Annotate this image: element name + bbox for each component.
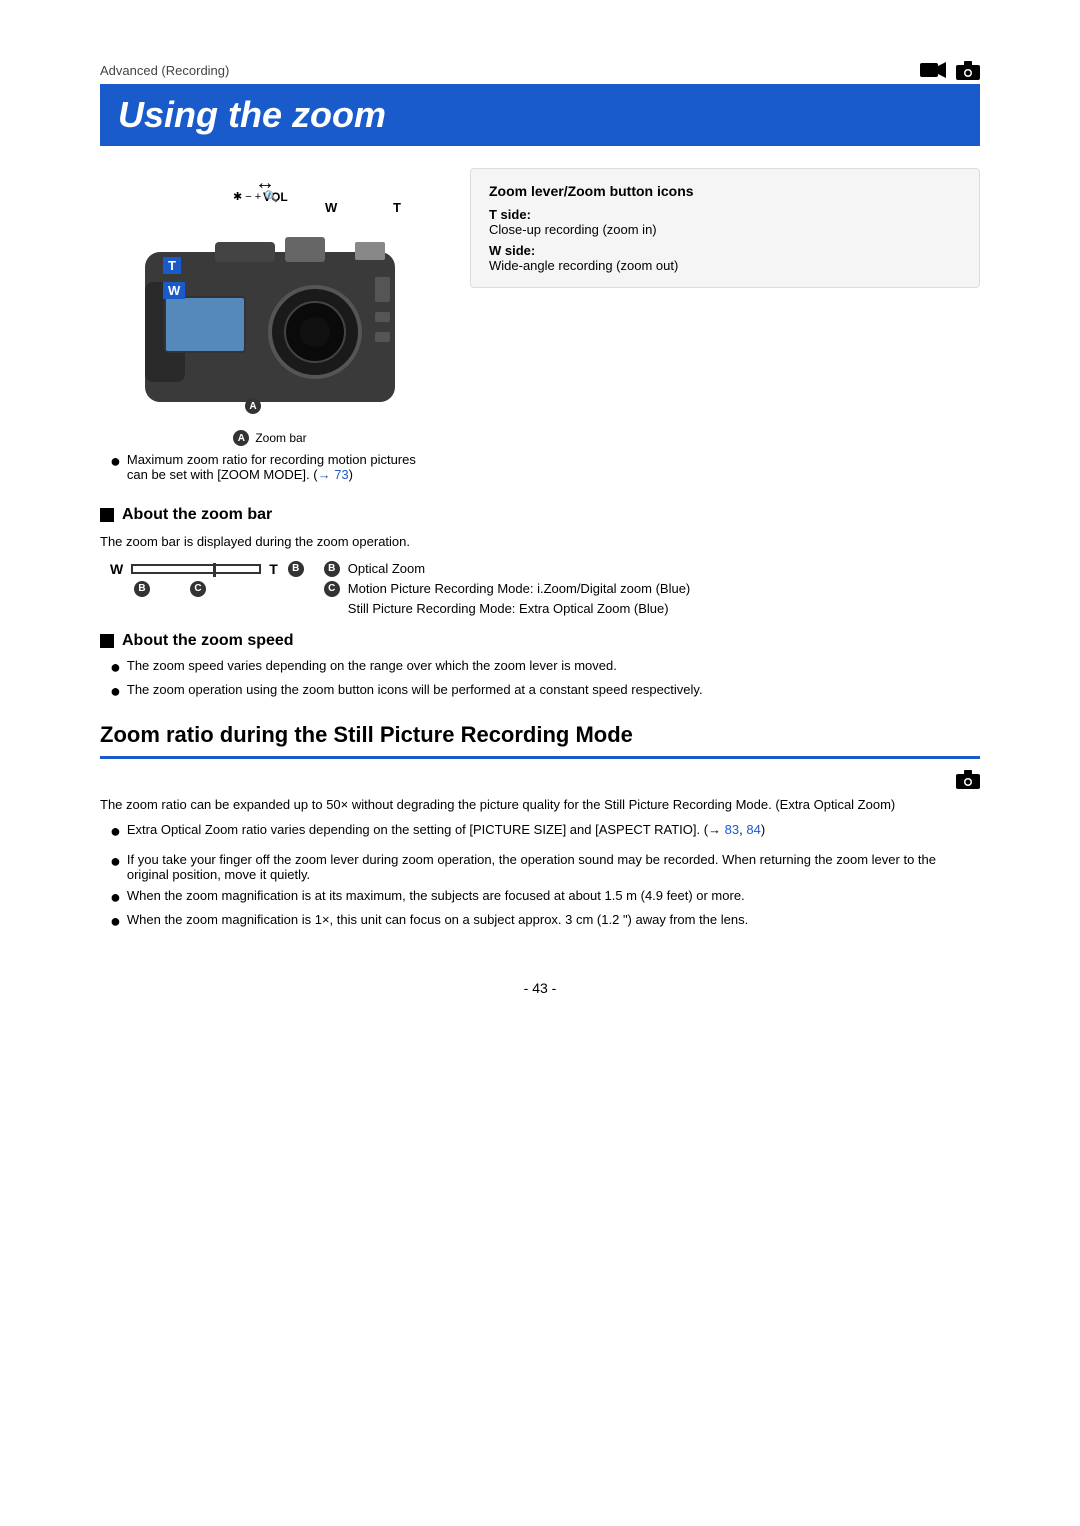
t-side-label: T side: [489,207,961,222]
page-title-bar: Using the zoom [100,84,980,146]
label-a-container: A [245,398,261,414]
ref-73-link[interactable]: → 73 [318,467,349,482]
zoom-bar-heading-text: About the zoom bar [122,506,272,524]
section2-text3: When the zoom magnification is at its ma… [127,888,745,903]
zoom-speed-bullet2: ● The zoom operation using the zoom butt… [110,682,980,700]
camera-illustration: T W A [115,222,425,422]
about-zoom-bar-section: About the zoom bar The zoom bar is displ… [100,506,980,616]
section2: Zoom ratio during the Still Picture Reco… [100,722,980,930]
motion-zoom-label: Motion Picture Recording Mode: i.Zoom/Di… [348,581,690,596]
section2-camera-icon [956,769,980,789]
zoom-t-label: T [269,561,278,577]
still-zoom-label-row: Still Picture Recording Mode: Extra Opti… [324,601,690,616]
about-zoom-speed-section: About the zoom speed ● The zoom speed va… [100,632,980,700]
circle-a-label: A [233,430,249,446]
page: Advanced (Recording) Using the zoom ↔ [0,0,1080,1526]
page-title: Using the zoom [118,94,962,136]
bullet-dot-s2-3: ● [110,888,121,906]
section2-text1: Extra Optical Zoom ratio varies dependin… [127,822,765,837]
section2-divider [100,756,980,759]
zoom-speed-text1: The zoom speed varies depending on the r… [127,658,617,673]
section2-bullet2: ● If you take your finger off the zoom l… [110,852,980,882]
zoom-w-label: W [110,561,123,577]
t-side-desc: Close-up recording (zoom in) [489,222,961,237]
bullet-dot-2: ● [110,658,121,676]
zoom-bar-annotations: B Optical Zoom C Motion Picture Recordin… [324,561,690,616]
circle-b: B [288,561,304,577]
section2-title: Zoom ratio during the Still Picture Reco… [100,722,980,748]
zoom-speed-heading-text: About the zoom speed [122,632,294,650]
zoom-track [131,564,261,574]
section2-text4: When the zoom magnification is 1×, this … [127,912,748,927]
label-w: W [163,282,185,299]
anno-c-circle: C [324,581,340,597]
zoom-bar-text: Zoom bar [255,431,306,445]
bullet-dot: ● [110,452,121,470]
anno-b-circle: B [324,561,340,577]
label-t-top: T [393,200,401,215]
anno-motion: C Motion Picture Recording Mode: i.Zoom/… [324,581,690,597]
bullet-dot-s2-2: ● [110,852,121,870]
bullet-dot-3: ● [110,682,121,700]
w-side-label: W side: [489,243,961,258]
ref-84-link[interactable]: 84 [746,822,760,837]
zoom-lever-title: Zoom lever/Zoom button icons [489,183,961,199]
zoom-bar-diagram-row: W T B B C B Optical Zoom [110,561,980,616]
zoom-speed-text2: The zoom operation using the zoom button… [127,682,703,697]
zoom-bar-bullet: ● Maximum zoom ratio for recording motio… [110,452,440,482]
camera-diagram: ↔ VOL ✱ − + 🔍 W T [100,168,440,488]
circle-c-bottom: C [190,581,206,597]
video-camera-icon [920,61,946,79]
zoom-speed-heading: About the zoom speed [100,632,980,650]
zoom-icons: ✱ − + 🔍 [233,190,278,203]
sub-markers: B C [134,581,206,597]
zoom-position-indicator [213,563,216,577]
anno-optical: B Optical Zoom [324,561,690,577]
breadcrumb: Advanced (Recording) [100,60,980,80]
label-w-top: W [325,200,337,215]
breadcrumb-text: Advanced (Recording) [100,63,229,78]
section-square-icon [100,508,114,522]
zoom-bar-heading: About the zoom bar [100,506,980,524]
optical-zoom-label: Optical Zoom [348,561,425,576]
bullet-dot-s2-1: ● [110,822,121,840]
zoom-track-container: W T B [110,561,304,577]
section2-icon-row [100,769,980,789]
page-number: - 43 - [100,970,980,996]
circle-b-bottom: B [134,581,150,597]
label-t: T [163,257,181,274]
section2-bullet3: ● When the zoom magnification is at its … [110,888,980,906]
zoom-bar-desc: Maximum zoom ratio for recording motion … [127,452,440,482]
photo-camera-icon [956,60,980,80]
breadcrumb-icons [920,60,980,80]
ref-83-link[interactable]: 83 [725,822,739,837]
section2-text2: If you take your finger off the zoom lev… [127,852,980,882]
zoom-bar-desc-text: The zoom bar is displayed during the zoo… [100,532,980,553]
bullet-dot-s2-4: ● [110,912,121,930]
still-zoom-label: Still Picture Recording Mode: Extra Opti… [348,601,669,616]
camera-svg [115,222,425,422]
section2-desc: The zoom ratio can be expanded up to 50×… [100,795,980,816]
section2-bullet4: ● When the zoom magnification is 1×, thi… [110,912,980,930]
zoom-lever-info-box: Zoom lever/Zoom button icons T side: Clo… [470,168,980,288]
circle-a: A [245,398,261,414]
main-content-row: ↔ VOL ✱ − + 🔍 W T [100,168,980,488]
section-square-icon-2 [100,634,114,648]
w-side-desc: Wide-angle recording (zoom out) [489,258,961,273]
zoom-speed-bullet1: ● The zoom speed varies depending on the… [110,658,980,676]
section2-bullet1: ● Extra Optical Zoom ratio varies depend… [110,822,980,840]
zoom-bar-note-row: A Zoom bar [233,430,306,446]
zoom-bar-diagram: W T B B C [110,561,304,597]
